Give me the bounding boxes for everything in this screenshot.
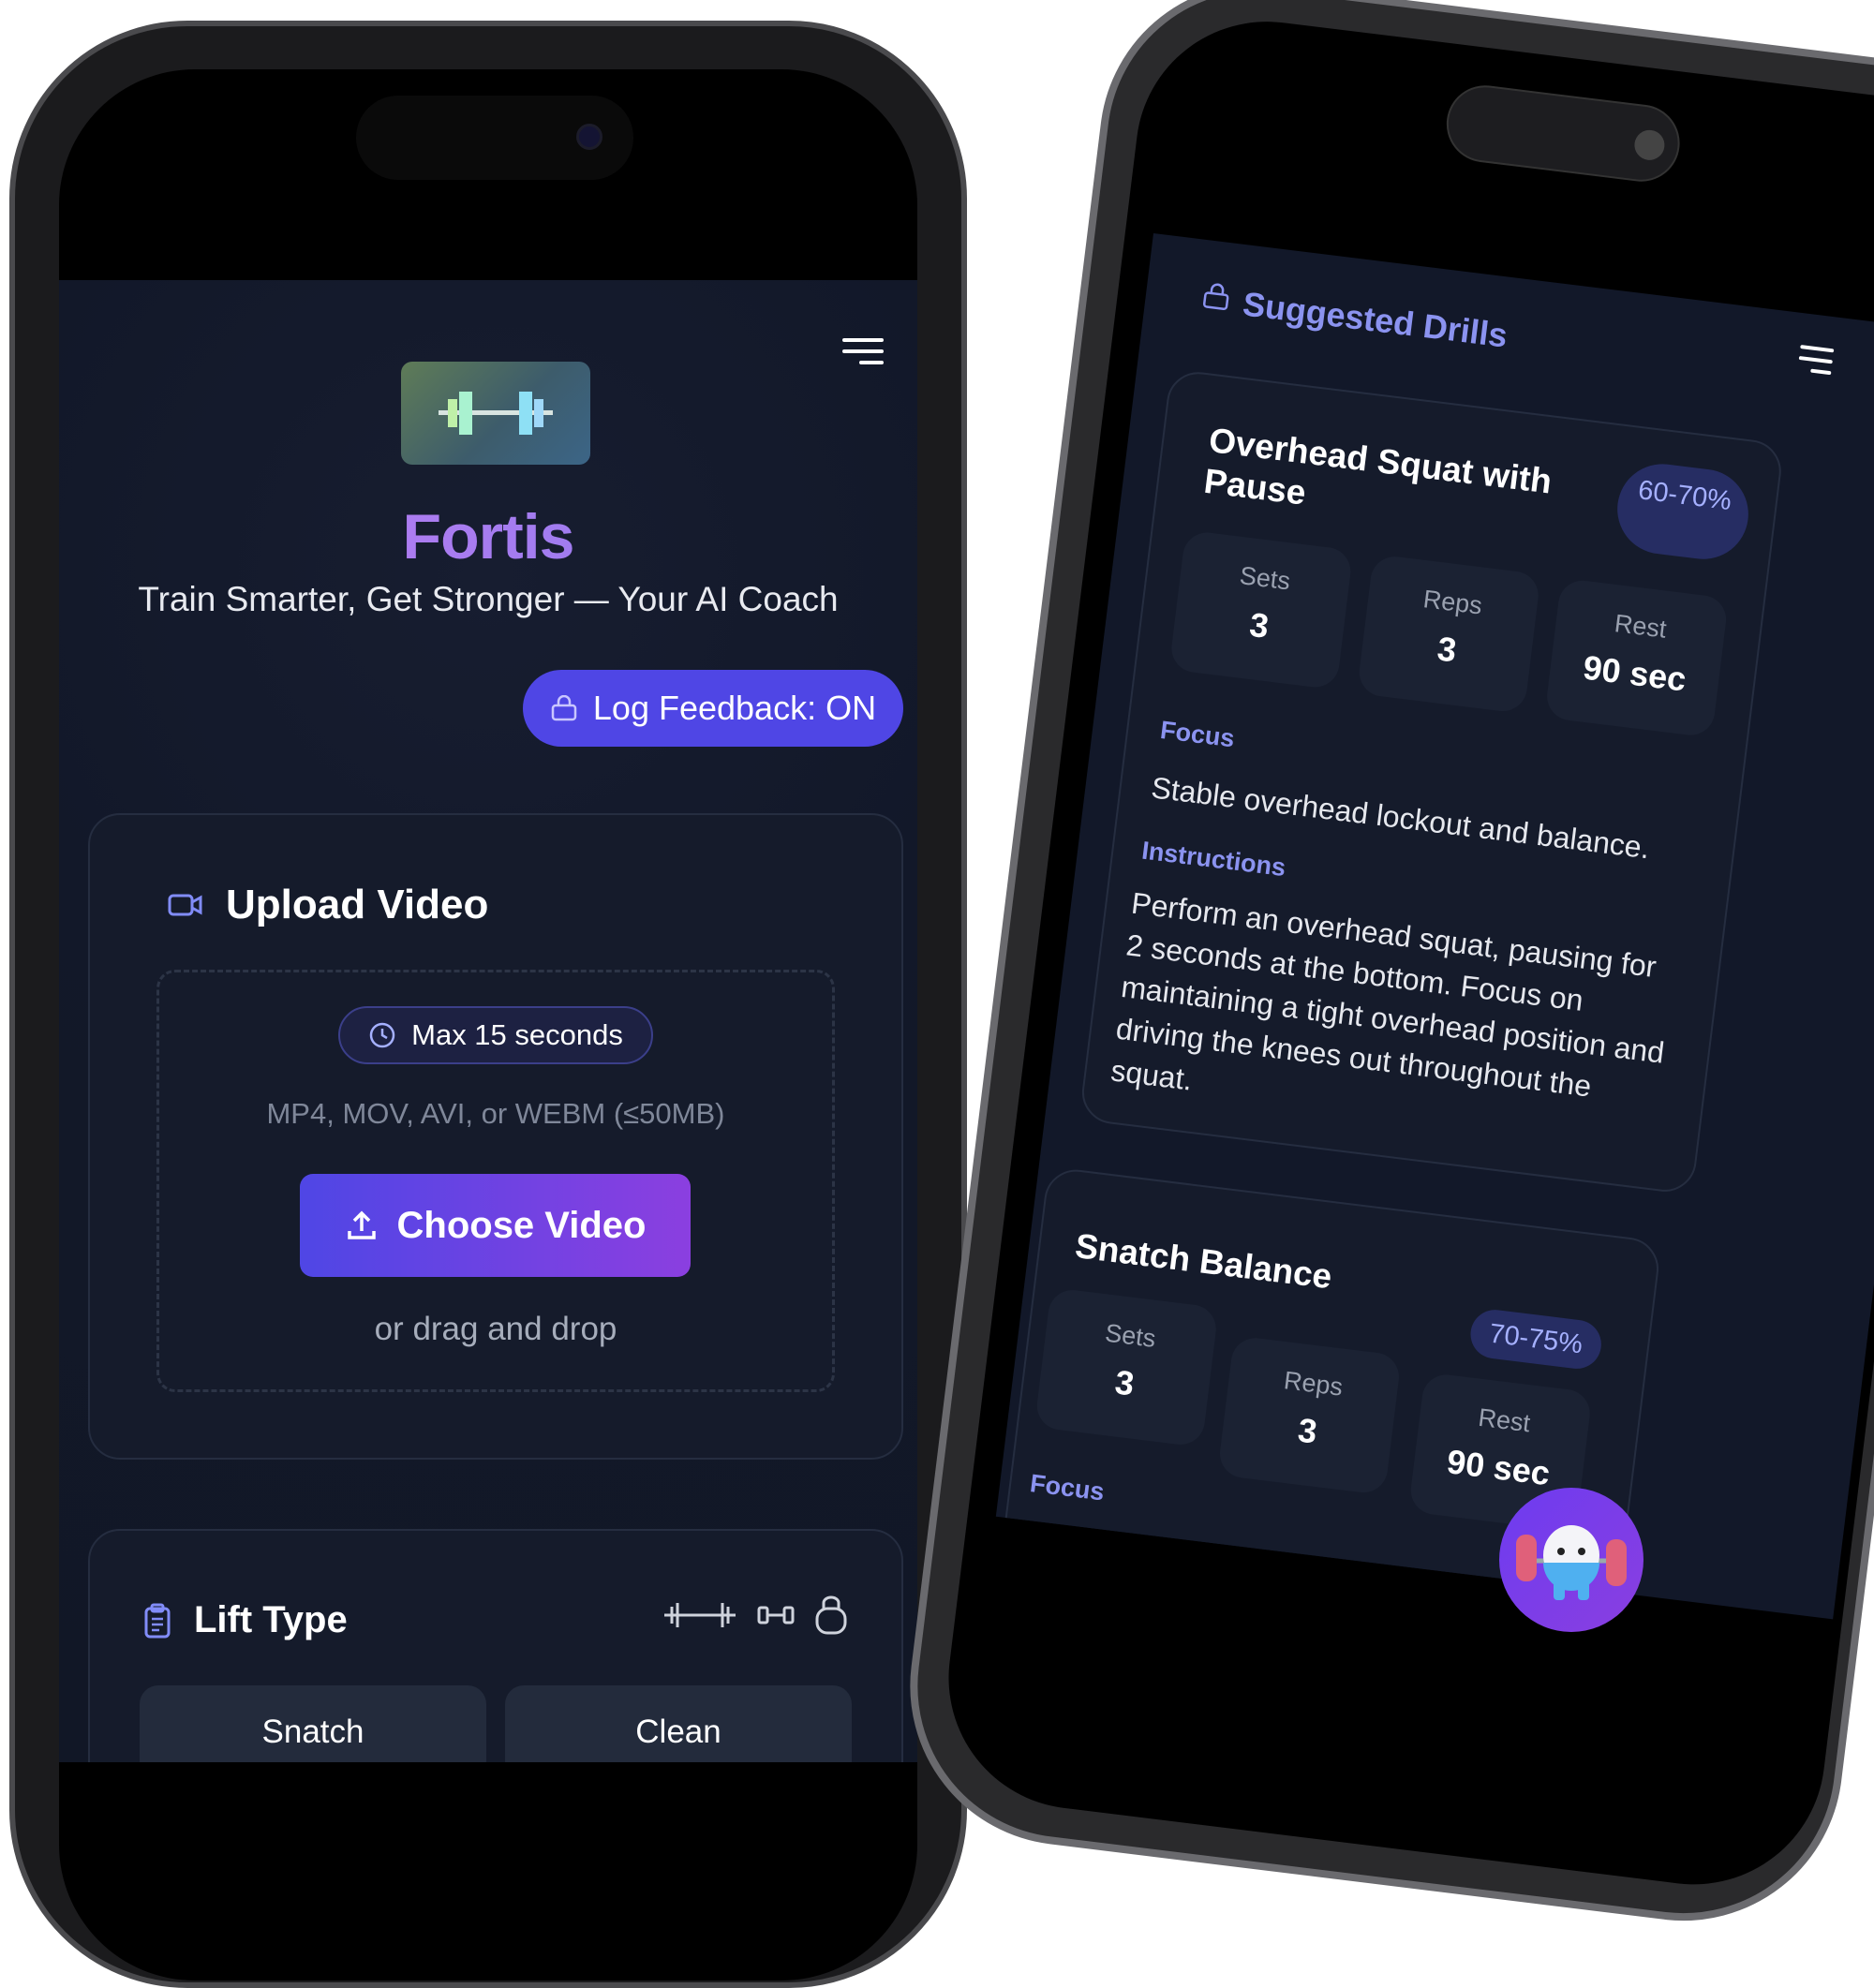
log-feedback-toggle[interactable]: Log Feedback: ON bbox=[523, 670, 903, 747]
stat-value: 3 bbox=[1296, 1410, 1319, 1451]
barbell-icon bbox=[664, 1603, 736, 1627]
stat-label: Rest bbox=[1613, 609, 1669, 644]
upload-screen: Fortis Train Smarter, Get Stronger — You… bbox=[59, 280, 917, 1762]
kettlebell-icon bbox=[815, 1595, 847, 1635]
lock-icon bbox=[551, 695, 577, 721]
upload-title-text: Upload Video bbox=[226, 882, 489, 927]
clipboard-icon bbox=[144, 1603, 171, 1638]
tagline: Train Smarter, Get Stronger — Your AI Co… bbox=[138, 580, 839, 618]
dumbbell-icon bbox=[757, 1606, 795, 1625]
choose-video-label: Choose Video bbox=[396, 1204, 647, 1246]
menu-icon[interactable] bbox=[1797, 345, 1835, 376]
app-logo bbox=[401, 362, 590, 465]
drills-screen: Suggested Drills Overhead Squat with Pau… bbox=[995, 233, 1874, 1620]
stat-sets: Sets 3 bbox=[1034, 1287, 1219, 1447]
upload-icon bbox=[347, 1210, 376, 1239]
stat-reps: Reps 3 bbox=[1356, 554, 1541, 715]
stat-label: Rest bbox=[1476, 1402, 1532, 1438]
max-duration-badge: Max 15 seconds bbox=[338, 1006, 653, 1064]
dynamic-island bbox=[356, 96, 633, 180]
stat-value: 3 bbox=[1112, 1362, 1137, 1403]
stat-label: Reps bbox=[1282, 1366, 1345, 1402]
ai-coach-mascot-button[interactable] bbox=[1499, 1488, 1643, 1632]
stat-value: 90 sec bbox=[1581, 647, 1688, 699]
mascot-icon bbox=[1516, 1525, 1627, 1600]
supported-formats: MP4, MOV, AVI, or WEBM (≤50MB) bbox=[266, 1097, 725, 1130]
drag-hint: or drag and drop bbox=[374, 1311, 617, 1347]
lift-option-clean[interactable]: Clean bbox=[505, 1685, 852, 1762]
menu-icon[interactable] bbox=[842, 338, 884, 364]
stat-rest: Rest 90 sec bbox=[1544, 577, 1730, 738]
stat-label: Reps bbox=[1421, 585, 1484, 620]
max-duration-text: Max 15 seconds bbox=[411, 1018, 623, 1051]
upload-title: Upload Video bbox=[168, 882, 488, 928]
stat-label: Sets bbox=[1103, 1318, 1158, 1353]
clock-icon bbox=[369, 1022, 395, 1048]
stat-label: Sets bbox=[1238, 561, 1292, 596]
dynamic-island bbox=[1442, 81, 1685, 186]
log-feedback-label: Log Feedback: ON bbox=[592, 689, 877, 727]
stat-value: 3 bbox=[1435, 629, 1459, 670]
lock-icon bbox=[1202, 283, 1229, 310]
stat-sets: Sets 3 bbox=[1168, 529, 1354, 690]
camera-icon bbox=[1632, 127, 1667, 162]
choose-video-button[interactable]: Choose Video bbox=[300, 1174, 691, 1277]
video-camera-icon bbox=[168, 894, 202, 916]
left-phone-frame: Fortis Train Smarter, Get Stronger — You… bbox=[9, 21, 967, 1988]
lift-option-snatch[interactable]: Snatch bbox=[140, 1685, 486, 1762]
lift-type-title-text: Lift Type bbox=[194, 1599, 348, 1640]
right-phone-screen: Suggested Drills Overhead Squat with Pau… bbox=[933, 7, 1874, 1900]
section-title: Suggested Drills bbox=[1241, 284, 1510, 355]
left-phone-screen: Fortis Train Smarter, Get Stronger — You… bbox=[59, 69, 917, 1981]
stat-value: 3 bbox=[1247, 604, 1272, 645]
barbell-icon bbox=[439, 392, 553, 435]
lift-type-title: Lift Type bbox=[143, 1599, 348, 1641]
camera-icon bbox=[576, 124, 602, 150]
app-title: Fortis bbox=[59, 500, 917, 573]
stat-reps: Reps 3 bbox=[1217, 1335, 1402, 1496]
lift-icons bbox=[662, 1595, 848, 1635]
